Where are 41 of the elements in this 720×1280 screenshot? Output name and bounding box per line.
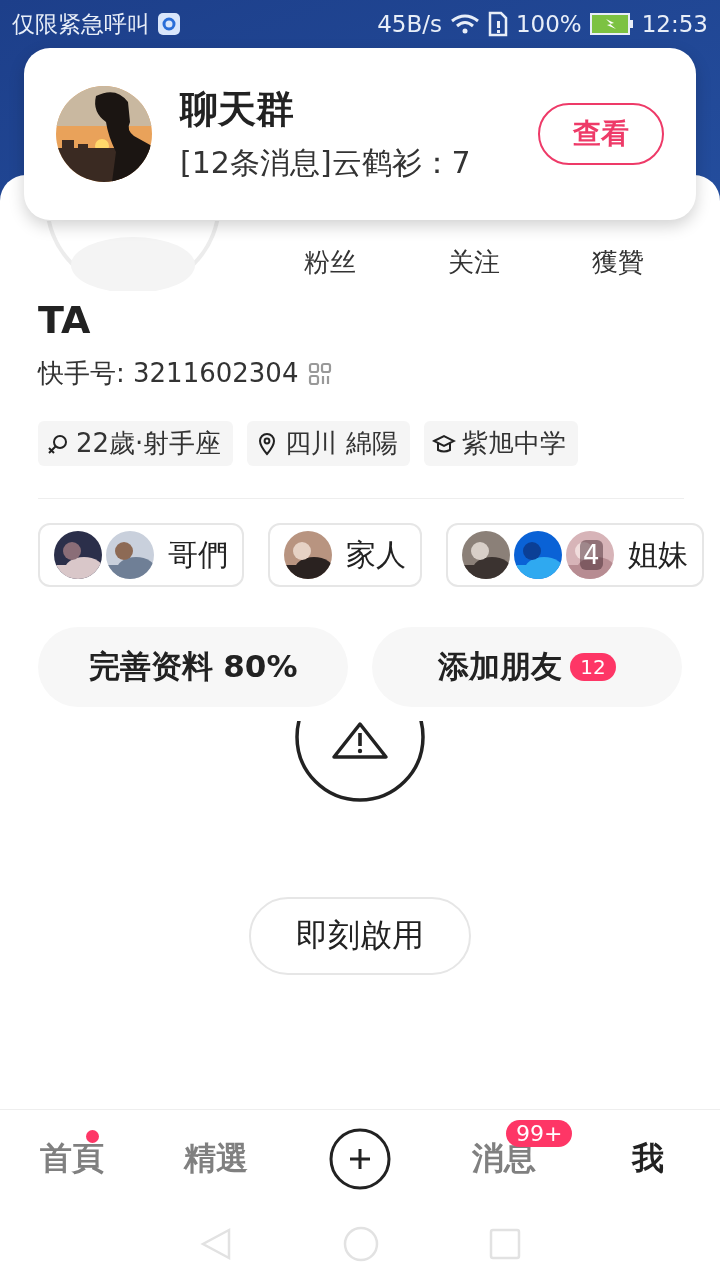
action-button[interactable]: 添加朋友 12 xyxy=(372,627,682,707)
add-icon[interactable] xyxy=(329,1128,391,1190)
tag-label: 紫旭中学 xyxy=(461,427,566,460)
action-button[interactable]: 完善资料 80% xyxy=(38,627,348,707)
profile-name: TA xyxy=(38,298,92,342)
stat-label[interactable]: 关注 xyxy=(448,245,500,280)
clock-time: 12:53 xyxy=(641,11,708,37)
action-label: 完善资料 80% xyxy=(88,647,298,686)
battery-percent: 100% xyxy=(515,11,582,37)
home-icon[interactable] xyxy=(343,1226,379,1262)
group-label: 哥們 xyxy=(168,535,228,574)
group-label: 家人 xyxy=(346,535,406,574)
stat-label[interactable]: 獲贊 xyxy=(592,245,644,280)
tag-label: 四川 綿陽 xyxy=(285,427,398,460)
battery-charging-icon xyxy=(589,13,634,35)
notification-message: [12条消息]云鹤衫：7 xyxy=(180,144,472,182)
back-icon[interactable] xyxy=(199,1227,233,1261)
group-label: 姐妹 xyxy=(628,535,688,574)
user-id: 快手号: 3211602304 xyxy=(38,357,299,390)
member-count: 4 xyxy=(580,540,603,570)
group-chip[interactable]: 家人 xyxy=(268,523,422,587)
sim-card-icon xyxy=(487,11,508,37)
tab-item[interactable]: 首頁 xyxy=(0,1124,144,1194)
recents-icon[interactable] xyxy=(489,1228,521,1260)
notification-title: 聊天群 xyxy=(180,86,295,133)
network-speed: 45B/s xyxy=(377,11,442,37)
tab-item[interactable]: 我 xyxy=(576,1124,720,1194)
carrier-text: 仅限紧急呼叫 xyxy=(12,9,150,39)
wifi-icon xyxy=(449,13,480,35)
enable-button[interactable]: 即刻啟用 xyxy=(249,897,471,975)
tab-item[interactable]: 精選 xyxy=(144,1124,288,1194)
stat-label[interactable]: 粉丝 xyxy=(304,245,356,280)
tag-label: 22歲·射手座 xyxy=(76,427,222,460)
group-chip[interactable]: 4 姐妹 xyxy=(446,523,704,587)
action-label: 添加朋友 xyxy=(438,647,563,686)
app-icon xyxy=(158,13,180,35)
view-button[interactable]: 查看 xyxy=(538,103,664,165)
warning-icon xyxy=(294,721,426,803)
qr-code-icon[interactable] xyxy=(308,361,333,386)
count-badge: 12 xyxy=(570,653,616,681)
group-chip[interactable]: 哥們 xyxy=(38,523,244,587)
